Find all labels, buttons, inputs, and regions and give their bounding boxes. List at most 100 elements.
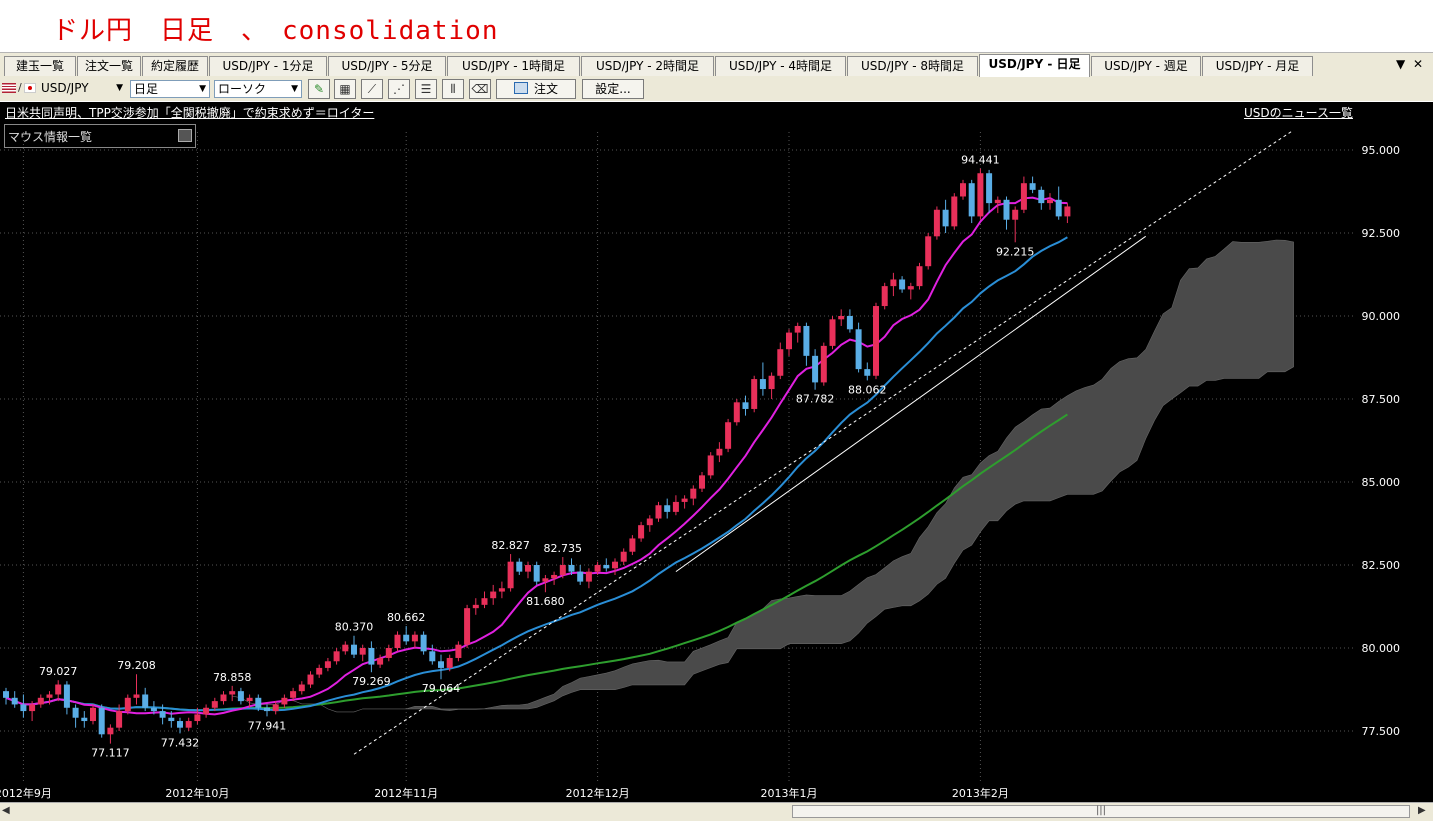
scrollbar-thumb[interactable]: ||| xyxy=(792,805,1410,818)
tab-menu-icon[interactable]: ▼ xyxy=(1396,57,1405,71)
price-chart[interactable]: 日米共同声明、TPP交渉参加「全関税撤廃」で約束求めず＝ロイター USDのニュー… xyxy=(0,102,1433,802)
price-annotation: 77.432 xyxy=(161,736,200,749)
candle-body xyxy=(690,488,697,499)
order-icon xyxy=(513,82,528,94)
candle-body xyxy=(716,448,723,456)
fan-lines-icon[interactable]: ⋰ xyxy=(388,79,410,99)
candle-body xyxy=(759,379,766,390)
ichimoku-cloud xyxy=(232,239,1294,713)
candle-body xyxy=(116,711,123,728)
settings-button[interactable]: 設定... xyxy=(582,79,644,99)
close-icon[interactable]: ✕ xyxy=(1413,57,1423,71)
price-annotation: 79.064 xyxy=(422,682,461,695)
chart-style-select[interactable]: ローソク ▼ xyxy=(214,80,302,98)
candle-body xyxy=(63,684,70,708)
candle-body xyxy=(725,422,732,449)
chart-style-select-value: ローソク xyxy=(218,82,267,96)
chart-grid xyxy=(0,132,1355,784)
candle-body xyxy=(403,634,410,642)
price-annotation: 82.827 xyxy=(491,539,530,552)
period-select-value: 日足 xyxy=(134,82,159,96)
symbol-select[interactable]: USD/JPY ▼ xyxy=(38,80,126,98)
x-tick-label: 2013年2月 xyxy=(952,786,1009,800)
candle-body xyxy=(394,634,401,648)
trend-lines xyxy=(353,129,1294,755)
order-button[interactable]: 注文 xyxy=(496,79,576,99)
candle-body xyxy=(107,727,114,735)
candle-body xyxy=(3,691,9,698)
tab-usdjpy-monthly[interactable]: USD/JPY - 月足 xyxy=(1202,56,1313,76)
tab-usdjpy-8h[interactable]: USD/JPY - 8時間足 xyxy=(847,56,978,76)
y-tick-label: 92.500 xyxy=(1362,227,1401,240)
candle-body xyxy=(986,173,993,204)
tab-usdjpy-weekly[interactable]: USD/JPY - 週足 xyxy=(1091,56,1201,76)
candle-body xyxy=(672,501,679,512)
price-annotation: 79.269 xyxy=(352,675,391,688)
candle-body xyxy=(55,684,62,695)
candle-body xyxy=(603,565,610,569)
candle-body xyxy=(846,316,853,330)
chevron-down-icon: ▼ xyxy=(199,84,206,94)
candle-body xyxy=(1038,189,1045,204)
order-button-label: 注文 xyxy=(533,82,558,96)
tab-usdjpy-1h[interactable]: USD/JPY - 1時間足 xyxy=(447,56,580,76)
draw-pencil-icon[interactable]: ✎ xyxy=(308,79,330,99)
candle-body xyxy=(812,355,819,383)
chart-scrollbar[interactable]: ◀ ||| ▶ xyxy=(0,802,1433,821)
candle-body xyxy=(281,697,288,705)
candle-body xyxy=(681,498,688,502)
candle-body xyxy=(794,325,801,333)
price-annotation: 78.858 xyxy=(213,671,252,684)
scroll-left-icon[interactable]: ◀ xyxy=(2,805,10,816)
candle-body xyxy=(1047,199,1053,204)
x-tick-label: 2012年9月 xyxy=(0,786,52,800)
candle-body xyxy=(629,538,636,552)
candle-body xyxy=(177,721,183,728)
price-annotation: 88.062 xyxy=(848,383,887,396)
candle-body xyxy=(420,634,427,652)
candle-body xyxy=(150,707,157,712)
tab-usdjpy-5min[interactable]: USD/JPY - 5分足 xyxy=(328,56,446,76)
candle-body xyxy=(707,455,714,476)
candle-body xyxy=(168,717,175,722)
price-annotation: 81.680 xyxy=(526,595,565,608)
tab-executions[interactable]: 約定履歴 xyxy=(142,56,208,76)
candle-body xyxy=(29,704,36,712)
period-select[interactable]: 日足 ▼ xyxy=(130,80,210,98)
candle-body xyxy=(429,651,436,662)
candle-body xyxy=(890,279,897,287)
tab-usdjpy-1min[interactable]: USD/JPY - 1分足 xyxy=(209,56,327,76)
candle-body xyxy=(316,667,323,675)
tab-usdjpy-2h[interactable]: USD/JPY - 2時間足 xyxy=(581,56,714,76)
tab-orders[interactable]: 注文一覧 xyxy=(77,56,141,76)
candle-body xyxy=(98,707,105,735)
candle-body xyxy=(264,707,270,712)
annotation-title: ドル円 日足 、 consolidation xyxy=(52,16,499,46)
tab-usdjpy-4h[interactable]: USD/JPY - 4時間足 xyxy=(715,56,846,76)
candle-body xyxy=(90,707,96,722)
chevron-down-icon: ▼ xyxy=(116,83,123,93)
candle-body xyxy=(124,697,131,712)
candle-body xyxy=(768,375,775,390)
candle-body xyxy=(777,349,784,376)
candle-body xyxy=(881,286,888,307)
trendline-icon[interactable]: ⟋ xyxy=(361,79,383,99)
candle-body xyxy=(194,714,201,722)
candle-body xyxy=(751,379,758,409)
price-annotation: 77.117 xyxy=(91,747,130,760)
candle-body xyxy=(1003,199,1010,220)
chart-toolbar: / USD/JPY ▼ 日足 ▼ ローソク ▼ ✎ ▦ ⟋ ⋰ ☰ ⦀ ⌫ 注文 設定… xyxy=(0,77,1433,101)
candle-body xyxy=(899,279,906,290)
tab-usdjpy-daily[interactable]: USD/JPY - 日足 xyxy=(979,54,1090,77)
vertical-lines-icon[interactable]: ⦀ xyxy=(442,79,464,99)
scroll-right-icon[interactable]: ▶ xyxy=(1418,805,1426,816)
horizontal-lines-icon[interactable]: ☰ xyxy=(415,79,437,99)
price-annotation: 79.027 xyxy=(39,665,78,678)
axes: 95.000 92.500 90.000 87.500 85.000 82.500 80.0… xyxy=(0,144,1400,800)
tab-positions[interactable]: 建玉一覧 xyxy=(4,56,76,76)
eraser-icon[interactable]: ⌫ xyxy=(469,79,491,99)
grid-icon[interactable]: ▦ xyxy=(334,79,356,99)
candle-body xyxy=(298,684,305,692)
chevron-down-icon: ▼ xyxy=(291,84,298,94)
moving-averages xyxy=(5,196,1068,716)
